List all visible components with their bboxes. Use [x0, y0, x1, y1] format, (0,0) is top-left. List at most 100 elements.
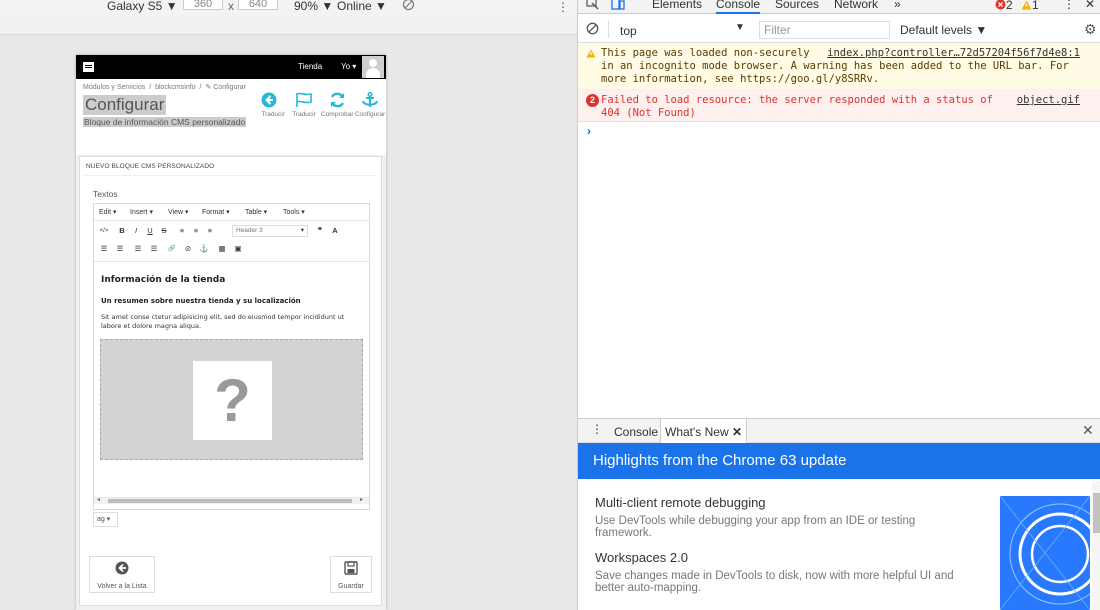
underline-button[interactable]: U — [144, 225, 156, 237]
chevron-down-icon[interactable]: ▼ — [735, 22, 745, 33]
error-repeat-count: 2 — [586, 94, 599, 107]
drawer-menu-icon[interactable]: ⋮ — [591, 422, 603, 436]
rotate-icon[interactable] — [402, 0, 415, 12]
inspect-element-icon[interactable] — [586, 0, 599, 13]
scrollbar-thumb[interactable] — [1093, 493, 1100, 533]
prestashop-top-bar: Tienda Yo ▾ — [76, 55, 386, 79]
unlink-button[interactable]: ⊘ — [182, 243, 194, 255]
scroll-left-icon[interactable]: ◂ — [97, 496, 100, 503]
warning-source-link[interactable]: index.php?controller…72d57204f56f7d4e8:1 — [827, 47, 1080, 60]
blockquote-button[interactable]: ❞ — [314, 225, 326, 237]
toolbar-translate-button[interactable]: Traducir — [288, 92, 320, 118]
source-code-button[interactable]: </> — [98, 225, 110, 237]
menu-table[interactable]: Table ▾ — [245, 208, 267, 216]
numbered-list-button[interactable]: ☰ — [114, 243, 126, 255]
device-width-input[interactable]: 360 — [183, 0, 223, 10]
language-select[interactable]: ag ▾ — [93, 512, 118, 527]
link-button[interactable]: 🔗 — [166, 243, 178, 255]
log-levels-select[interactable]: Default levels ▼ — [900, 23, 987, 37]
device-select[interactable]: Galaxy S5 ▼ — [107, 0, 178, 14]
devtools-panel: Elements Console Sources Network » 2 1 ⋮… — [577, 0, 1100, 610]
back-to-list-label: Volver a la Lista — [97, 583, 147, 590]
tab-sources[interactable]: Sources — [775, 0, 819, 11]
align-left-button[interactable]: ≡ — [176, 225, 188, 237]
align-center-button[interactable]: ≡ — [190, 225, 202, 237]
bold-button[interactable]: B — [116, 225, 128, 237]
italic-button[interactable]: I — [130, 225, 142, 237]
horizontal-scrollbar[interactable]: ◂ ▸ — [94, 497, 369, 504]
menu-insert[interactable]: Insert ▾ — [130, 208, 153, 216]
tab-elements[interactable]: Elements — [652, 0, 702, 11]
toolbar-button-label: Configurar — [354, 111, 386, 118]
breadcrumb-item[interactable]: blockcmsinfo — [155, 84, 195, 91]
more-options-icon[interactable]: ⋮ — [557, 0, 569, 14]
save-label: Guardar — [338, 583, 364, 590]
toolbar-check-button[interactable]: Comprobar — [321, 92, 353, 118]
flag-icon — [296, 92, 312, 107]
breadcrumb: Módulos y Servicios / blockcmsinfo / ✎ C… — [83, 84, 246, 91]
image-button[interactable]: ▣ — [232, 243, 244, 255]
console-filter-input[interactable]: Filter — [759, 21, 890, 39]
close-drawer-icon[interactable]: ✕ — [1082, 422, 1094, 439]
editor-content[interactable]: Información de la tienda Un resumen sobr… — [94, 261, 369, 505]
drawer-tab-whats-new[interactable]: What's New ✕ — [660, 419, 748, 443]
menu-edit[interactable]: Edit ▾ — [99, 208, 117, 216]
back-to-list-button[interactable]: Volver a la Lista — [89, 556, 155, 593]
network-select[interactable]: Online ▼ — [337, 0, 387, 14]
scrollbar-thumb[interactable] — [108, 499, 352, 503]
close-devtools-icon[interactable]: ✕ — [1085, 0, 1095, 11]
media-button[interactable]: ▦ — [216, 243, 228, 255]
panel-heading: NUEVO BLOQUE CMS PERSONALIZADO — [86, 163, 215, 170]
page-subtitle: Bloque de información CMS personalizado — [83, 117, 247, 127]
error-source-link[interactable]: object.gif — [1017, 94, 1080, 107]
text-color-button[interactable]: A — [329, 225, 341, 237]
block-format-select[interactable]: Header 3 ▾ — [232, 225, 308, 237]
indent-button[interactable]: ☰ — [148, 243, 160, 255]
outdent-button[interactable]: ☰ — [132, 243, 144, 255]
toolbar-button-label: Traducir — [261, 111, 285, 118]
tab-network[interactable]: Network — [834, 0, 878, 11]
menu-burger-icon[interactable] — [83, 62, 94, 72]
close-tab-icon[interactable]: ✕ — [732, 425, 742, 439]
feature-description: Use DevTools while debugging your app fr… — [595, 515, 916, 539]
content-paragraph: Sit amet conse ctetur adipisicing elit, … — [101, 313, 345, 330]
menu-view[interactable]: View ▾ — [168, 208, 189, 216]
align-right-button[interactable]: ≡ — [204, 225, 216, 237]
drawer-scrollbar[interactable] — [1092, 481, 1100, 610]
bullet-list-button[interactable]: ☰ — [98, 243, 110, 255]
shop-link[interactable]: Tienda — [298, 62, 322, 71]
zoom-select[interactable]: 90% ▼ — [294, 0, 333, 14]
cms-block-panel: NUEVO BLOQUE CMS PERSONALIZADO Textos Ed… — [79, 156, 382, 606]
user-menu[interactable]: Yo ▾ — [341, 62, 356, 71]
field-label: Textos — [93, 189, 118, 199]
breadcrumb-item[interactable]: Módulos y Servicios — [83, 84, 145, 91]
warning-icon — [1021, 0, 1032, 10]
devtools-menu-icon[interactable]: ⋮ — [1063, 0, 1075, 11]
toolbar-configure-button[interactable]: Configurar — [354, 92, 386, 118]
more-tabs-button[interactable]: » — [894, 0, 901, 11]
floppy-disk-icon — [344, 561, 358, 575]
drawer-tab-console[interactable]: Console — [614, 425, 658, 439]
strikethrough-button[interactable]: S — [158, 225, 170, 237]
save-button[interactable]: Guardar — [330, 556, 372, 593]
context-select[interactable]: top — [620, 24, 637, 38]
error-count-badge[interactable]: 2 — [995, 0, 1013, 12]
warning-count-badge[interactable]: 1 — [1021, 0, 1039, 12]
console-prompt-icon[interactable]: › — [587, 124, 591, 138]
menu-format[interactable]: Format ▾ — [202, 208, 230, 216]
device-height-input[interactable]: 640 — [238, 0, 278, 10]
divider — [85, 175, 377, 176]
anchor-button[interactable]: ⚓ — [198, 243, 210, 255]
content-image[interactable]: ? — [100, 339, 363, 460]
device-toolbar-icon[interactable] — [611, 0, 625, 13]
drawer-tab-bar: ⋮ Console What's New ✕ ✕ — [578, 418, 1100, 443]
clear-console-icon[interactable] — [586, 22, 599, 38]
tab-console[interactable]: Console — [716, 0, 761, 14]
gear-icon[interactable]: ⚙ — [1084, 21, 1097, 38]
scroll-right-icon[interactable]: ▸ — [360, 496, 363, 503]
avatar[interactable] — [362, 56, 384, 78]
menu-tools[interactable]: Tools ▾ — [283, 208, 305, 216]
refresh-icon — [330, 92, 344, 108]
toolbar-back-button[interactable]: Traducir — [253, 92, 285, 118]
block-format-value: Header 3 — [236, 227, 263, 234]
